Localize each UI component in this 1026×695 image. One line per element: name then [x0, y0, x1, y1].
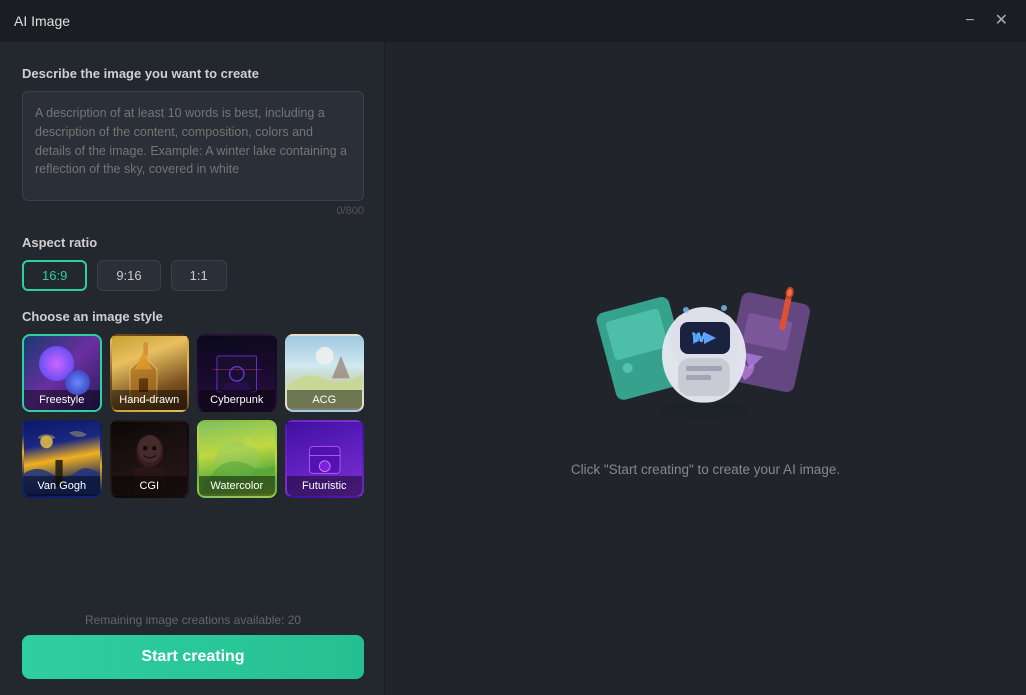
- style-label-freestyle: Freestyle: [24, 390, 100, 410]
- aspect-btn-1-1[interactable]: 1:1: [171, 260, 227, 291]
- style-item-cgi[interactable]: CGI: [110, 420, 190, 498]
- svg-text:W: W: [692, 329, 706, 345]
- aspect-ratio-label: Aspect ratio: [22, 235, 364, 250]
- start-creating-button[interactable]: Start creating: [22, 635, 364, 679]
- right-panel: W Click "Start creating" to create your …: [385, 42, 1026, 695]
- aspect-btn-16-9[interactable]: 16:9: [22, 260, 87, 291]
- style-section-label: Choose an image style: [22, 309, 364, 324]
- title-bar-left: AI Image: [14, 13, 70, 29]
- prompt-section-label: Describe the image you want to create: [22, 66, 364, 81]
- aspect-buttons: 16:9 9:16 1:1: [22, 260, 364, 291]
- prompt-textarea[interactable]: [22, 91, 364, 201]
- style-item-acg[interactable]: ACG: [285, 334, 365, 412]
- robot-illustration: W: [596, 260, 816, 440]
- style-label-handdrawn: Hand-drawn: [112, 390, 188, 410]
- style-label-futuristic: Futuristic: [287, 476, 363, 496]
- style-item-cyberpunk[interactable]: Cyberpunk: [197, 334, 277, 412]
- style-label-watercolor: Watercolor: [199, 476, 275, 496]
- aspect-ratio-section: Aspect ratio 16:9 9:16 1:1: [22, 235, 364, 291]
- style-section: Choose an image style Freestyle Hand-dra…: [22, 309, 364, 498]
- style-item-vangogh[interactable]: Van Gogh: [22, 420, 102, 498]
- content-area: Describe the image you want to create 0/…: [0, 42, 1026, 695]
- minimize-button[interactable]: −: [961, 11, 978, 31]
- title-bar: AI Image − ✕: [0, 0, 1026, 42]
- style-label-acg: ACG: [287, 390, 363, 410]
- style-item-handdrawn[interactable]: Hand-drawn: [110, 334, 190, 412]
- window-title: AI Image: [14, 13, 70, 29]
- style-label-vangogh: Van Gogh: [24, 476, 100, 496]
- aspect-btn-9-16[interactable]: 9:16: [97, 260, 160, 291]
- close-button[interactable]: ✕: [991, 11, 1012, 31]
- style-item-futuristic[interactable]: Futuristic: [285, 420, 365, 498]
- style-item-watercolor[interactable]: Watercolor: [197, 420, 277, 498]
- style-label-cyberpunk: Cyberpunk: [199, 390, 275, 410]
- char-count: 0/800: [22, 205, 364, 217]
- style-grid: Freestyle Hand-drawn Cyberpunk: [22, 334, 364, 498]
- instruction-text: Click "Start creating" to create your AI…: [571, 462, 840, 477]
- app-window: AI Image − ✕ Describe the image you want…: [0, 0, 1026, 695]
- style-item-freestyle[interactable]: Freestyle: [22, 334, 102, 412]
- title-controls: − ✕: [961, 11, 1012, 31]
- remaining-text: Remaining image creations available: 20: [22, 613, 364, 627]
- left-panel: Describe the image you want to create 0/…: [0, 42, 385, 695]
- style-label-cgi: CGI: [112, 476, 188, 496]
